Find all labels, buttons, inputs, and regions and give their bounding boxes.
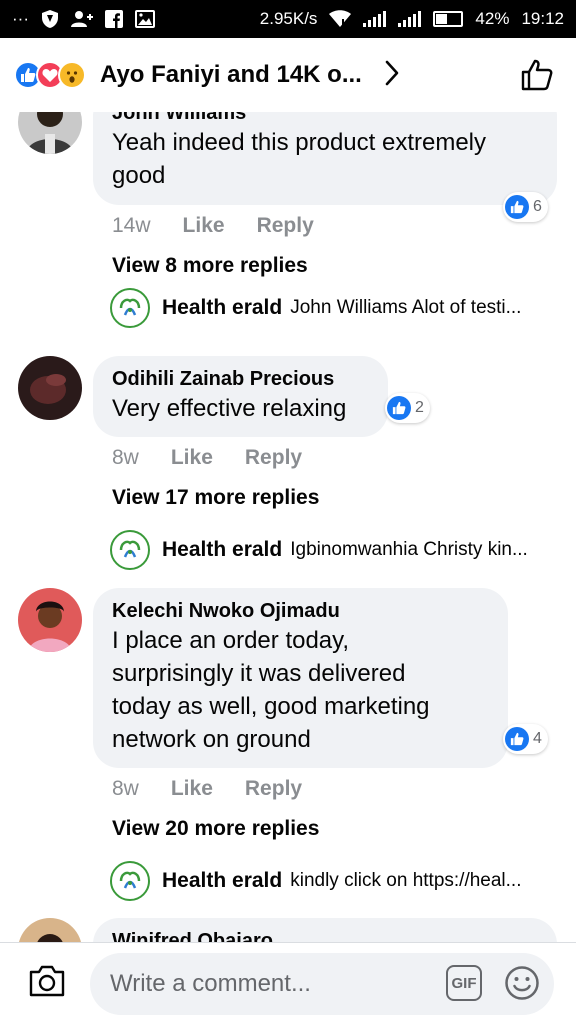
- reply-author[interactable]: Health erald: [162, 296, 282, 320]
- network-speed: 2.95K/s: [259, 9, 318, 28]
- reactions-title[interactable]: Ayo Faniyi and 14K o...: [100, 61, 362, 89]
- like-button[interactable]: Like: [183, 214, 225, 238]
- comment-bubble[interactable]: John Williams Yeah indeed this product e…: [93, 112, 557, 205]
- facebook-icon: [104, 10, 123, 28]
- vpn-shield-icon: [41, 9, 59, 29]
- like-count: 2: [415, 399, 424, 416]
- reply-button[interactable]: Reply: [257, 214, 314, 238]
- reply-author[interactable]: Health erald: [162, 538, 282, 562]
- comment-time: 14w: [112, 214, 151, 237]
- comment-actions: 8w Like Reply: [112, 446, 302, 470]
- gallery-icon: [134, 10, 155, 28]
- status-bar: ··· 2.95K/s 42% 19:12: [0, 0, 576, 38]
- reply-preview[interactable]: Health erald Igbinomwanhia Christy kin..…: [110, 530, 546, 570]
- battery-icon: [433, 11, 464, 27]
- comment-time: 8w: [112, 777, 139, 800]
- like-icon: [505, 727, 529, 751]
- comment-actions: 14w Like Reply: [112, 214, 314, 238]
- reply-author[interactable]: Health erald: [162, 869, 282, 893]
- reply-text: John Williams Alot of testi...: [290, 297, 522, 318]
- reply-button[interactable]: Reply: [245, 777, 302, 801]
- like-count-badge[interactable]: 2: [385, 393, 430, 423]
- more-icon: ···: [12, 9, 29, 28]
- like-icon: [387, 396, 411, 420]
- gif-button[interactable]: GIF: [446, 965, 482, 1001]
- thumbs-up-icon[interactable]: [520, 58, 554, 97]
- comment-text: Very effective relaxing: [112, 392, 369, 425]
- avatar[interactable]: [18, 356, 82, 420]
- battery-percent: 42%: [475, 9, 510, 28]
- reply-text: kindly click on https://heal...: [290, 870, 522, 891]
- like-count: 4: [533, 730, 542, 747]
- comment-actions: 8w Like Reply: [112, 777, 302, 801]
- reply-preview[interactable]: Health erald John Williams Alot of testi…: [110, 288, 546, 328]
- add-contact-icon: [70, 10, 93, 28]
- like-count-badge[interactable]: 4: [503, 724, 548, 754]
- emoji-icon[interactable]: [504, 965, 540, 1006]
- page-logo-icon[interactable]: [110, 288, 150, 328]
- clock: 19:12: [521, 9, 564, 28]
- view-more-replies[interactable]: View 20 more replies: [112, 817, 319, 841]
- like-button[interactable]: Like: [171, 446, 213, 470]
- reaction-summary[interactable]: [14, 61, 86, 89]
- avatar[interactable]: [18, 588, 82, 652]
- battery-fill: [436, 14, 448, 24]
- status-right: 2.95K/s 42% 19:12: [260, 9, 564, 29]
- comment-author[interactable]: Odihili Zainab Precious: [112, 366, 369, 392]
- reply-button[interactable]: Reply: [245, 446, 302, 470]
- chevron-right-icon[interactable]: [384, 60, 400, 91]
- comment-author[interactable]: Kelechi Nwoko Ojimadu: [112, 598, 489, 624]
- signal-icon: [363, 11, 387, 27]
- wow-icon: [58, 61, 86, 89]
- comment-bubble[interactable]: Odihili Zainab Precious Very effective r…: [93, 356, 388, 437]
- comment-text: Yeah indeed this product extremely good: [112, 126, 538, 192]
- comment-line: Very effective relaxing: [112, 395, 347, 422]
- comment-composer: GIF: [0, 942, 576, 1024]
- comment-input[interactable]: [90, 952, 554, 1015]
- like-count: 6: [533, 198, 542, 215]
- comment-line: network on ground: [112, 726, 311, 753]
- comment-text: I place an order today, surprisingly it …: [112, 624, 489, 756]
- avatar[interactable]: [18, 112, 82, 154]
- comment-line: Yeah indeed this product extremely: [112, 129, 487, 156]
- comment-line: surprisingly it was delivered: [112, 660, 406, 687]
- view-more-replies[interactable]: View 8 more replies: [112, 254, 308, 278]
- reply-text: Igbinomwanhia Christy kin...: [290, 539, 528, 560]
- status-left: ···: [12, 9, 155, 29]
- comment-line: today as well, good marketing: [112, 693, 430, 720]
- view-more-replies[interactable]: View 17 more replies: [112, 486, 319, 510]
- comment-feed[interactable]: John Williams Yeah indeed this product e…: [0, 112, 576, 942]
- wifi-icon: [329, 10, 352, 28]
- reply-preview[interactable]: Health erald kindly click on https://hea…: [110, 861, 546, 901]
- like-count-badge[interactable]: 6: [503, 192, 548, 222]
- camera-icon[interactable]: [28, 964, 66, 1003]
- signal-icon: [398, 11, 422, 27]
- comment-time: 8w: [112, 446, 139, 469]
- like-button[interactable]: Like: [171, 777, 213, 801]
- comment-author[interactable]: John Williams: [112, 112, 538, 126]
- comment-bubble[interactable]: Winifred Obajaro: [93, 918, 557, 942]
- page-logo-icon[interactable]: [110, 861, 150, 901]
- comment-line: good: [112, 162, 166, 189]
- avatar[interactable]: [18, 918, 82, 942]
- page-logo-icon[interactable]: [110, 530, 150, 570]
- reactions-header[interactable]: Ayo Faniyi and 14K o...: [0, 38, 576, 112]
- comment-author[interactable]: Winifred Obajaro: [112, 928, 538, 942]
- like-icon: [505, 195, 529, 219]
- comment-line: I place an order today,: [112, 627, 350, 654]
- comment-bubble[interactable]: Kelechi Nwoko Ojimadu I place an order t…: [93, 588, 508, 768]
